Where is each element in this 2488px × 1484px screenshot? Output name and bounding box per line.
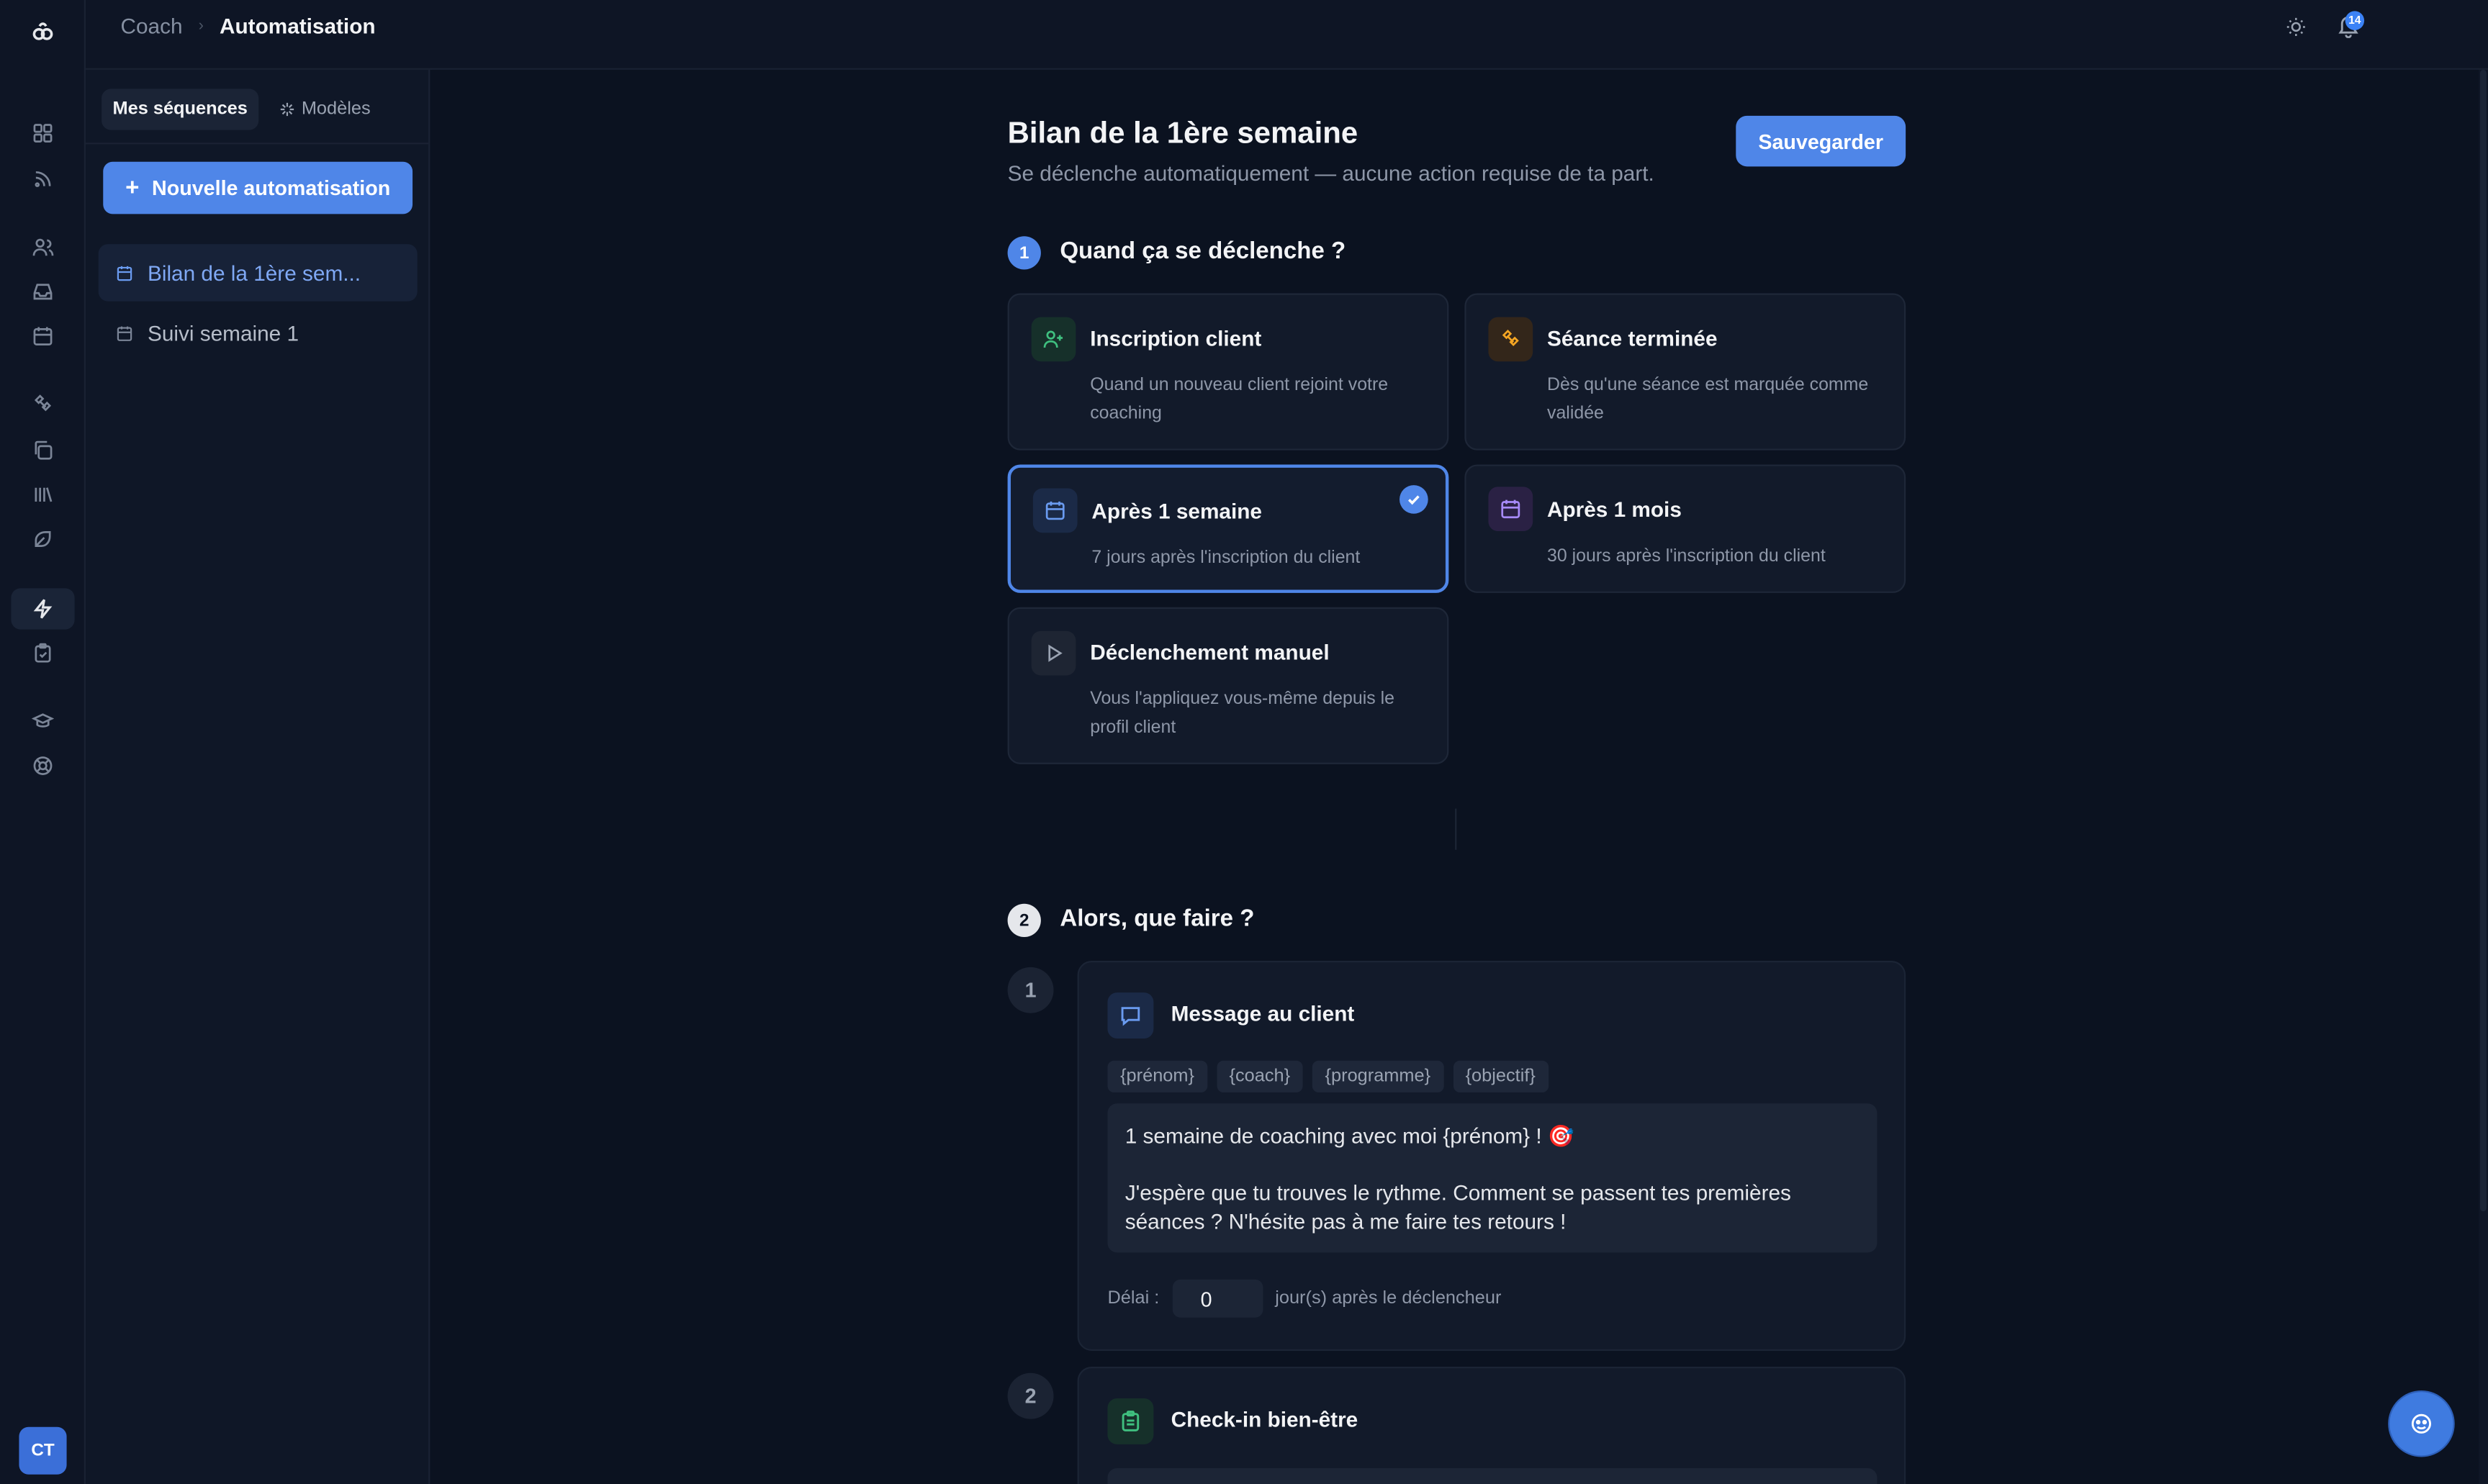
variable-chip[interactable]: {objectif} [1452,1060,1549,1092]
page-title: Bilan de la 1ère semaine [1007,117,1358,151]
trigger-title: Après 1 semaine [1091,499,1262,523]
trigger-description: Vous l'appliquez vous-même depuis le pro… [1090,689,1394,738]
trigger-title: Après 1 mois [1546,497,1682,522]
copy-icon[interactable] [29,436,58,465]
tab-label: Mes séquences [112,99,248,119]
trigger-description: 30 jours après l'inscription du client [1546,547,1826,566]
academy-icon[interactable] [29,707,58,736]
tab-label: Modèles [301,99,371,119]
user-plus-icon [1031,317,1076,362]
exercises-icon[interactable] [29,390,58,419]
step-title: Alors, que faire ? [1060,905,1255,933]
assistant-button[interactable] [2389,1392,2453,1456]
trigger-description: 7 jours après l'inscription du client [1091,548,1361,568]
trigger-title: Séance terminée [1546,326,1718,350]
page-subtitle: Se déclenche automatiquement — aucune ac… [1007,161,1654,186]
assistant-icon [2411,1413,2432,1434]
trigger-card-apres-1-mois[interactable]: Après 1 mois 30 jours après l'inscriptio… [1464,464,1906,593]
calendar-icon [117,325,132,340]
app-root: CT Coach › Automatisation 14 Mes séquenc… [0,0,2488,1484]
top-bar: Coach › Automatisation [86,0,2488,70]
calendar-icon [1032,488,1078,533]
trigger-card-manuel[interactable]: Déclenchement manuel Vous l'appliquez vo… [1007,607,1449,764]
breadcrumb: Coach › Automatisation [121,14,376,38]
divider [86,142,429,145]
step-number: 1 [1007,236,1041,270]
calendar-icon [1488,487,1533,532]
trigger-card-apres-1-semaine[interactable]: Après 1 semaine 7 jours après l'inscript… [1007,464,1449,593]
feed-icon[interactable] [29,165,58,194]
sequence-item[interactable]: Suivi semaine 1 [99,304,418,361]
action-card-message: Message au client {prénom} {coach} {prog… [1077,961,1906,1351]
trigger-card-inscription[interactable]: Inscription client Quand un nouveau clie… [1007,293,1449,451]
action-title: Check-in bien-être [1171,1408,1358,1432]
plus-icon: + [125,174,140,202]
delay-row: Délai : 0 jour(s) après le déclencheur [1107,1279,1502,1318]
support-icon[interactable] [29,751,58,780]
trigger-description: Quand un nouveau client rejoint votre co… [1090,376,1389,424]
variable-chips: {prénom} {coach} {programme} {objectif} [1107,1060,1549,1092]
tab-mes-sequences[interactable]: Mes séquences [102,89,259,130]
dumbbell-icon [1488,317,1533,362]
action-title: Message au client [1171,1002,1355,1026]
sidebar-tabs: Mes séquences Modèles [102,89,413,133]
dashboard-icon[interactable] [29,119,58,148]
step-title: Quand ça se déclenche ? [1060,237,1346,265]
calendar-icon[interactable] [29,322,58,350]
delay-suffix: jour(s) après le déclencheur [1275,1289,1502,1308]
checkin-field[interactable] [1107,1467,1878,1484]
sequence-label: Bilan de la 1ère sem... [147,261,361,285]
library-icon[interactable] [29,481,58,510]
variable-chip[interactable]: {programme} [1312,1060,1443,1092]
sequence-item[interactable]: Bilan de la 1ère sem... [98,244,418,302]
variable-chip[interactable]: {prénom} [1107,1060,1207,1092]
breadcrumb-parent[interactable]: Coach [121,14,183,38]
sequences-sidebar: Mes séquences Modèles + Nouvelle automat… [86,69,431,1484]
users-icon[interactable] [29,233,58,262]
connector-line [1455,808,1457,850]
new-automation-button[interactable]: + Nouvelle automatisation [103,161,413,214]
trigger-description: Dès qu'une séance est marquée comme vali… [1546,376,1869,424]
icon-rail: CT [0,0,86,1484]
breadcrumb-current: Automatisation [219,14,376,38]
delay-label: Délai : [1107,1289,1160,1308]
scrollbar-thumb[interactable] [2480,69,2487,1212]
theme-toggle-icon[interactable] [2285,16,2307,38]
sparkle-icon [279,101,295,117]
message-line: 1 semaine de coaching avec moi {prénom} … [1124,1123,1574,1148]
delay-input[interactable]: 0 [1171,1279,1263,1318]
message-icon [1107,992,1154,1039]
calendar-icon [117,265,132,281]
save-button[interactable]: Sauvegarder [1736,115,1906,167]
message-line: J'espère que tu trouves le rythme. Comme… [1124,1181,1791,1234]
inbox-icon[interactable] [29,278,58,307]
checklist-icon[interactable] [29,639,58,668]
tab-modeles[interactable]: Modèles [269,89,382,130]
action-card-checkin: Check-in bien-être [1077,1366,1906,1484]
variable-chip[interactable]: {coach} [1216,1060,1303,1092]
automation-icon[interactable] [11,588,75,630]
logo-icon[interactable] [27,16,58,47]
check-icon [1400,485,1428,514]
step-number: 2 [1007,903,1041,937]
avatar[interactable]: CT [19,1426,67,1475]
action-number: 2 [1007,1372,1054,1419]
chevron-right-icon: › [198,17,204,35]
notification-badge: 14 [2345,11,2365,30]
play-icon [1031,630,1076,676]
message-textarea[interactable]: 1 semaine de coaching avec moi {prénom} … [1107,1103,1878,1253]
action-number: 1 [1007,967,1054,1013]
trigger-title: Inscription client [1090,326,1262,350]
scrollbar[interactable] [2478,69,2488,1484]
trigger-card-seance[interactable]: Séance terminée Dès qu'une séance est ma… [1464,293,1906,451]
nutrition-icon[interactable] [29,525,58,553]
trigger-title: Déclenchement manuel [1090,641,1330,665]
clipboard-icon [1107,1398,1154,1444]
new-automation-label: Nouvelle automatisation [152,176,391,200]
sequence-label: Suivi semaine 1 [147,321,299,345]
